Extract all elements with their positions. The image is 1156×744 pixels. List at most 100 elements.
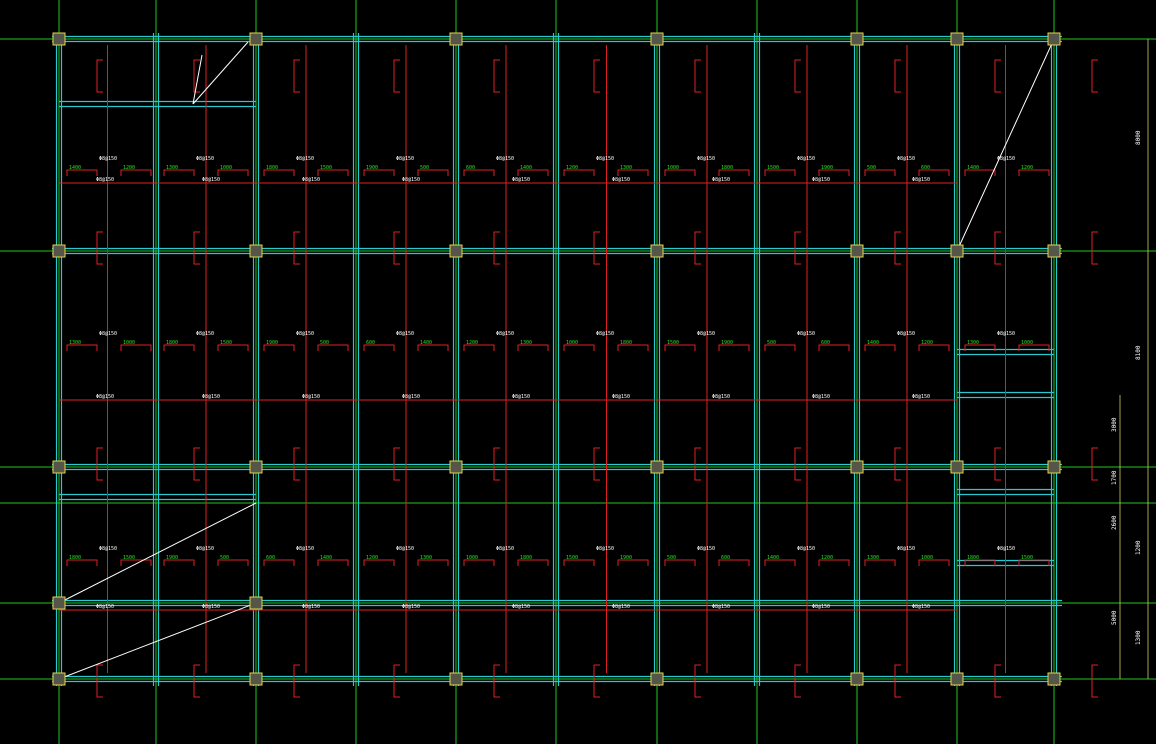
rebar-length-label: 600 xyxy=(266,555,275,561)
rebar-hook xyxy=(393,59,400,93)
dimension-value: 2600 xyxy=(1111,515,1118,530)
rebar-length-label: 1400 xyxy=(420,340,432,346)
rebar-length-label: 1000 xyxy=(566,340,578,346)
slab-rebar-spec: Φ8@150 xyxy=(296,156,314,162)
column xyxy=(850,244,864,258)
slab-rebar-spec: Φ8@150 xyxy=(596,546,614,552)
slab-rebar-spec: Φ8@150 xyxy=(396,156,414,162)
slab-rebar-spec: Φ8@150 xyxy=(512,177,530,183)
dimension-value: 1700 xyxy=(1111,470,1118,485)
slab-rebar-spec: Φ8@150 xyxy=(202,394,220,400)
slab-rebar-spec: Φ8@150 xyxy=(912,177,930,183)
rebar-length-label: 1800 xyxy=(166,340,178,346)
slab-rebar-spec: Φ8@150 xyxy=(302,177,320,183)
column xyxy=(650,672,664,686)
slab-rebar-spec: Φ8@150 xyxy=(912,394,930,400)
slab-rebar-spec: Φ8@150 xyxy=(296,546,314,552)
rebar-length-label: 1900 xyxy=(166,555,178,561)
rebar-hook xyxy=(1091,664,1098,698)
rebar-length-label: 1300 xyxy=(967,340,979,346)
slab-rebar-spec: Φ8@150 xyxy=(997,546,1015,552)
slab-rebar-spec: Φ8@150 xyxy=(512,394,530,400)
rebar-length-label: 500 xyxy=(220,555,229,561)
dimension-value: 5000 xyxy=(1111,610,1118,625)
rebar-length-label: 1900 xyxy=(721,340,733,346)
slab-rebar-spec: Φ8@150 xyxy=(396,546,414,552)
opening-diagonal xyxy=(192,41,249,105)
rebar-length-label: 1200 xyxy=(466,340,478,346)
dimension-value: 3000 xyxy=(1111,417,1118,432)
slab-rebar-spec: Φ8@150 xyxy=(96,604,114,610)
rebar-length-label: 1000 xyxy=(1021,340,1033,346)
opening-diagonal xyxy=(58,602,257,680)
slab-rebar-spec: Φ8@150 xyxy=(897,156,915,162)
rebar-length-label: 1500 xyxy=(123,555,135,561)
rebar-length-label: 1500 xyxy=(667,340,679,346)
rebar-length-label: 1800 xyxy=(620,340,632,346)
column xyxy=(650,32,664,46)
dimension-value: 8000 xyxy=(1135,130,1142,145)
slab-rebar-spec: Φ8@150 xyxy=(96,394,114,400)
rebar-hook xyxy=(994,59,1001,93)
slab-rebar-spec: Φ8@150 xyxy=(99,546,117,552)
column xyxy=(850,460,864,474)
dimension-value: 8100 xyxy=(1135,345,1142,360)
rebar-length-label: 1800 xyxy=(69,555,81,561)
rebar-length-label: 500 xyxy=(867,165,876,171)
opening-diagonal xyxy=(58,502,257,604)
slab-rebar-spec: Φ8@150 xyxy=(496,156,514,162)
column xyxy=(249,32,263,46)
column xyxy=(650,244,664,258)
slab-rebar-spec: Φ8@150 xyxy=(196,331,214,337)
column xyxy=(1047,244,1061,258)
slab-rebar-spec: Φ8@150 xyxy=(612,604,630,610)
rebar-hook xyxy=(193,59,200,93)
slab-rebar-spec: Φ8@150 xyxy=(402,394,420,400)
column xyxy=(1047,32,1061,46)
column xyxy=(249,244,263,258)
slab-rebar-spec: Φ8@150 xyxy=(496,331,514,337)
rebar-length-label: 1200 xyxy=(366,555,378,561)
rebar-length-label: 1500 xyxy=(1021,555,1033,561)
slab-rebar-spec: Φ8@150 xyxy=(912,604,930,610)
slab-rebar-spec: Φ8@150 xyxy=(712,394,730,400)
rebar-hook xyxy=(794,59,801,93)
rebar-hook xyxy=(1091,59,1098,93)
slab-rebar-spec: Φ8@150 xyxy=(196,546,214,552)
column xyxy=(850,672,864,686)
rebar-length-label: 1400 xyxy=(767,555,779,561)
column xyxy=(52,244,66,258)
slab-rebar-spec: Φ8@150 xyxy=(302,394,320,400)
column xyxy=(650,460,664,474)
rebar-length-label: 1800 xyxy=(721,165,733,171)
rebar-length-label: 1400 xyxy=(69,165,81,171)
column xyxy=(950,672,964,686)
slab-rebar-spec: Φ8@150 xyxy=(612,177,630,183)
rebar-hook xyxy=(1091,447,1098,481)
rebar-length-label: 1800 xyxy=(266,165,278,171)
slab-rebar-spec: Φ8@150 xyxy=(812,394,830,400)
rebar-length-label: 1400 xyxy=(867,340,879,346)
dimension-value: 1300 xyxy=(1135,630,1142,645)
rebar-length-label: 1200 xyxy=(1021,165,1033,171)
rebar-length-label: 1500 xyxy=(320,165,332,171)
rebar-length-label: 500 xyxy=(320,340,329,346)
rebar-hook xyxy=(1091,231,1098,265)
rebar-length-label: 500 xyxy=(420,165,429,171)
rebar-length-label: 1500 xyxy=(566,555,578,561)
rebar-hook xyxy=(894,59,901,93)
column xyxy=(52,596,66,610)
rebar-length-label: 1200 xyxy=(123,165,135,171)
rebar-length-label: 600 xyxy=(821,340,830,346)
column xyxy=(1047,460,1061,474)
column xyxy=(249,460,263,474)
column xyxy=(449,460,463,474)
rebar-length-label: 1300 xyxy=(867,555,879,561)
dimension-annotations: 8000 8100 1200 1300 3000 1700 2600 5000 xyxy=(1111,39,1149,679)
rebar-hook xyxy=(593,59,600,93)
slab-rebar-spec: Φ8@150 xyxy=(797,156,815,162)
slab-rebar-spec: Φ8@150 xyxy=(496,546,514,552)
slab-rebar-spec: Φ8@150 xyxy=(697,156,715,162)
slab-rebar-spec: Φ8@150 xyxy=(697,331,715,337)
slab-rebar-spec: Φ8@150 xyxy=(612,394,630,400)
